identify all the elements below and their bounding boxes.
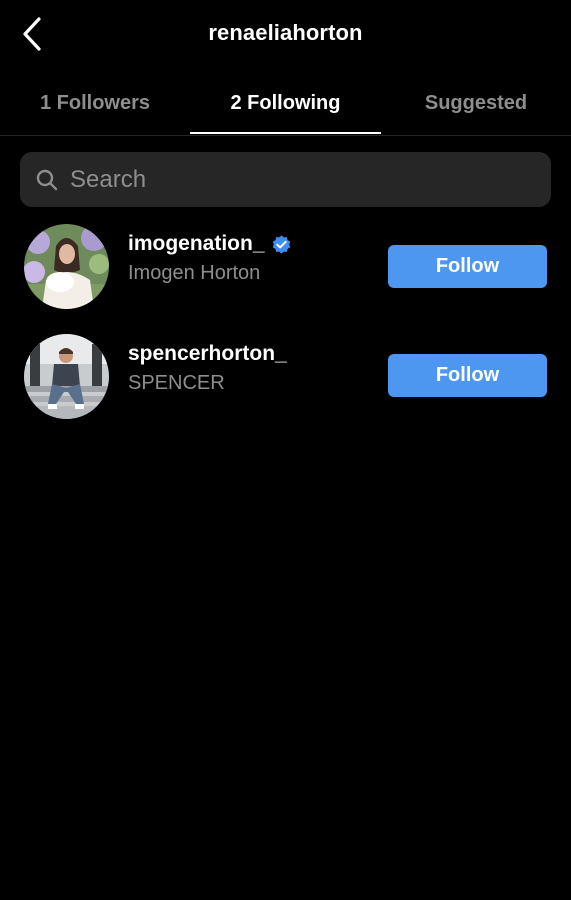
search-input[interactable] [68, 152, 530, 207]
verified-badge-icon [272, 234, 290, 254]
user-handle[interactable]: imogenation_ [128, 232, 265, 256]
tab-followers[interactable]: 1 Followers [0, 72, 190, 134]
follow-button[interactable]: Follow [388, 245, 547, 288]
avatar[interactable] [24, 334, 109, 419]
list-item[interactable]: imogenation_ Imogen Horton Follow [0, 218, 571, 318]
tab-following[interactable]: 2 Following [190, 72, 381, 134]
avatar[interactable] [24, 224, 109, 309]
user-handle[interactable]: spencerhorton_ [128, 342, 287, 366]
list-item[interactable]: spencerhorton_ SPENCER Follow [0, 328, 571, 428]
search-icon [36, 169, 58, 191]
follow-button[interactable]: Follow [388, 354, 547, 397]
user-fullname: Imogen Horton [128, 262, 261, 284]
user-handle-wrap: spencerhorton_ [128, 342, 287, 366]
active-tab-indicator [190, 132, 381, 134]
search-bar[interactable] [20, 152, 551, 207]
tab-suggested[interactable]: Suggested [381, 72, 571, 134]
user-handle-wrap: imogenation_ [128, 232, 293, 256]
tab-bar: 1 Followers 2 Following Suggested [0, 72, 571, 136]
user-fullname: SPENCER [128, 372, 225, 394]
page-title: renaeliahorton [208, 20, 363, 45]
header: renaeliahorton [0, 0, 571, 72]
